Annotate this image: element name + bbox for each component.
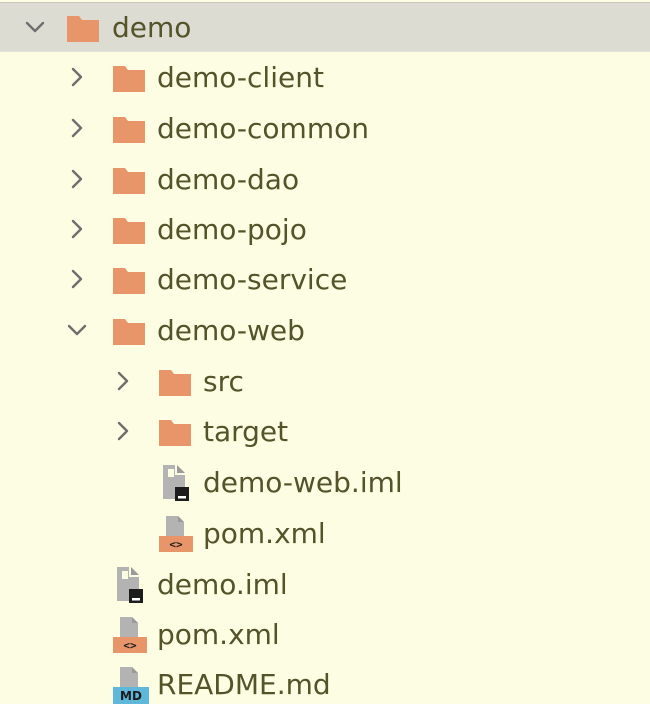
tree-item-label: target bbox=[203, 415, 289, 448]
project-tree: demo demo-client demo-common demo-dao de… bbox=[0, 0, 650, 704]
folder-icon bbox=[113, 268, 145, 294]
tree-row-demo-web[interactable]: demo-web bbox=[0, 306, 650, 356]
folder-icon bbox=[67, 16, 99, 42]
svg-text:<>: <> bbox=[169, 538, 183, 551]
xml-file-icon: <> bbox=[113, 617, 147, 653]
md-badge-label: MD bbox=[120, 689, 142, 703]
folder-icon bbox=[113, 319, 145, 345]
folder-icon bbox=[113, 168, 145, 194]
tree-item-label: demo-web.iml bbox=[203, 466, 403, 499]
tree-item-label: demo.iml bbox=[157, 568, 288, 601]
chevron-down-icon[interactable] bbox=[66, 319, 88, 341]
folder-icon bbox=[159, 370, 191, 396]
tree-row-demo-dao[interactable]: demo-dao bbox=[0, 155, 650, 205]
folder-icon bbox=[113, 117, 145, 143]
chevron-right-icon[interactable] bbox=[66, 268, 88, 290]
tree-item-label: demo-service bbox=[157, 263, 348, 296]
markdown-file-icon: MD bbox=[113, 667, 149, 704]
iml-file-icon bbox=[117, 567, 143, 603]
chevron-down-icon[interactable] bbox=[24, 16, 46, 38]
tree-item-label: README.md bbox=[157, 668, 331, 701]
tree-item-label: pom.xml bbox=[157, 618, 280, 651]
tree-row-demo-client[interactable]: demo-client bbox=[0, 53, 650, 103]
tree-item-label: demo-pojo bbox=[157, 213, 307, 246]
tree-row-demo-pojo[interactable]: demo-pojo bbox=[0, 205, 650, 255]
tree-row-demo-web-iml[interactable]: demo-web.iml bbox=[0, 458, 650, 508]
chevron-right-icon[interactable] bbox=[112, 420, 134, 442]
tree-row-demo[interactable]: demo bbox=[0, 2, 650, 52]
iml-file-icon bbox=[163, 465, 189, 501]
tree-item-label: pom.xml bbox=[203, 517, 326, 550]
folder-icon bbox=[113, 66, 145, 92]
tree-row-src[interactable]: src bbox=[0, 357, 650, 407]
chevron-right-icon[interactable] bbox=[112, 370, 134, 392]
svg-text:<>: <> bbox=[123, 639, 137, 652]
tree-row-readme-md[interactable]: MD README.md bbox=[0, 660, 650, 704]
tree-item-label: src bbox=[203, 365, 244, 398]
tree-row-root-pom-xml[interactable]: <> pom.xml bbox=[0, 610, 650, 660]
tree-row-web-pom-xml[interactable]: <> pom.xml bbox=[0, 509, 650, 559]
chevron-right-icon[interactable] bbox=[66, 168, 88, 190]
chevron-right-icon[interactable] bbox=[66, 66, 88, 88]
tree-row-target[interactable]: target bbox=[0, 407, 650, 457]
tree-row-demo-iml[interactable]: demo.iml bbox=[0, 560, 650, 610]
chevron-right-icon[interactable] bbox=[66, 117, 88, 139]
tree-row-demo-common[interactable]: demo-common bbox=[0, 104, 650, 154]
tree-item-label: demo-client bbox=[157, 61, 324, 94]
tree-row-demo-service[interactable]: demo-service bbox=[0, 255, 650, 305]
tree-item-label: demo-web bbox=[157, 314, 305, 347]
xml-file-icon: <> bbox=[159, 516, 193, 552]
tree-item-label: demo-common bbox=[157, 112, 369, 145]
chevron-right-icon[interactable] bbox=[66, 218, 88, 240]
folder-icon bbox=[113, 218, 145, 244]
tree-item-label: demo bbox=[112, 11, 192, 44]
tree-item-label: demo-dao bbox=[157, 163, 300, 196]
folder-icon bbox=[159, 420, 191, 446]
